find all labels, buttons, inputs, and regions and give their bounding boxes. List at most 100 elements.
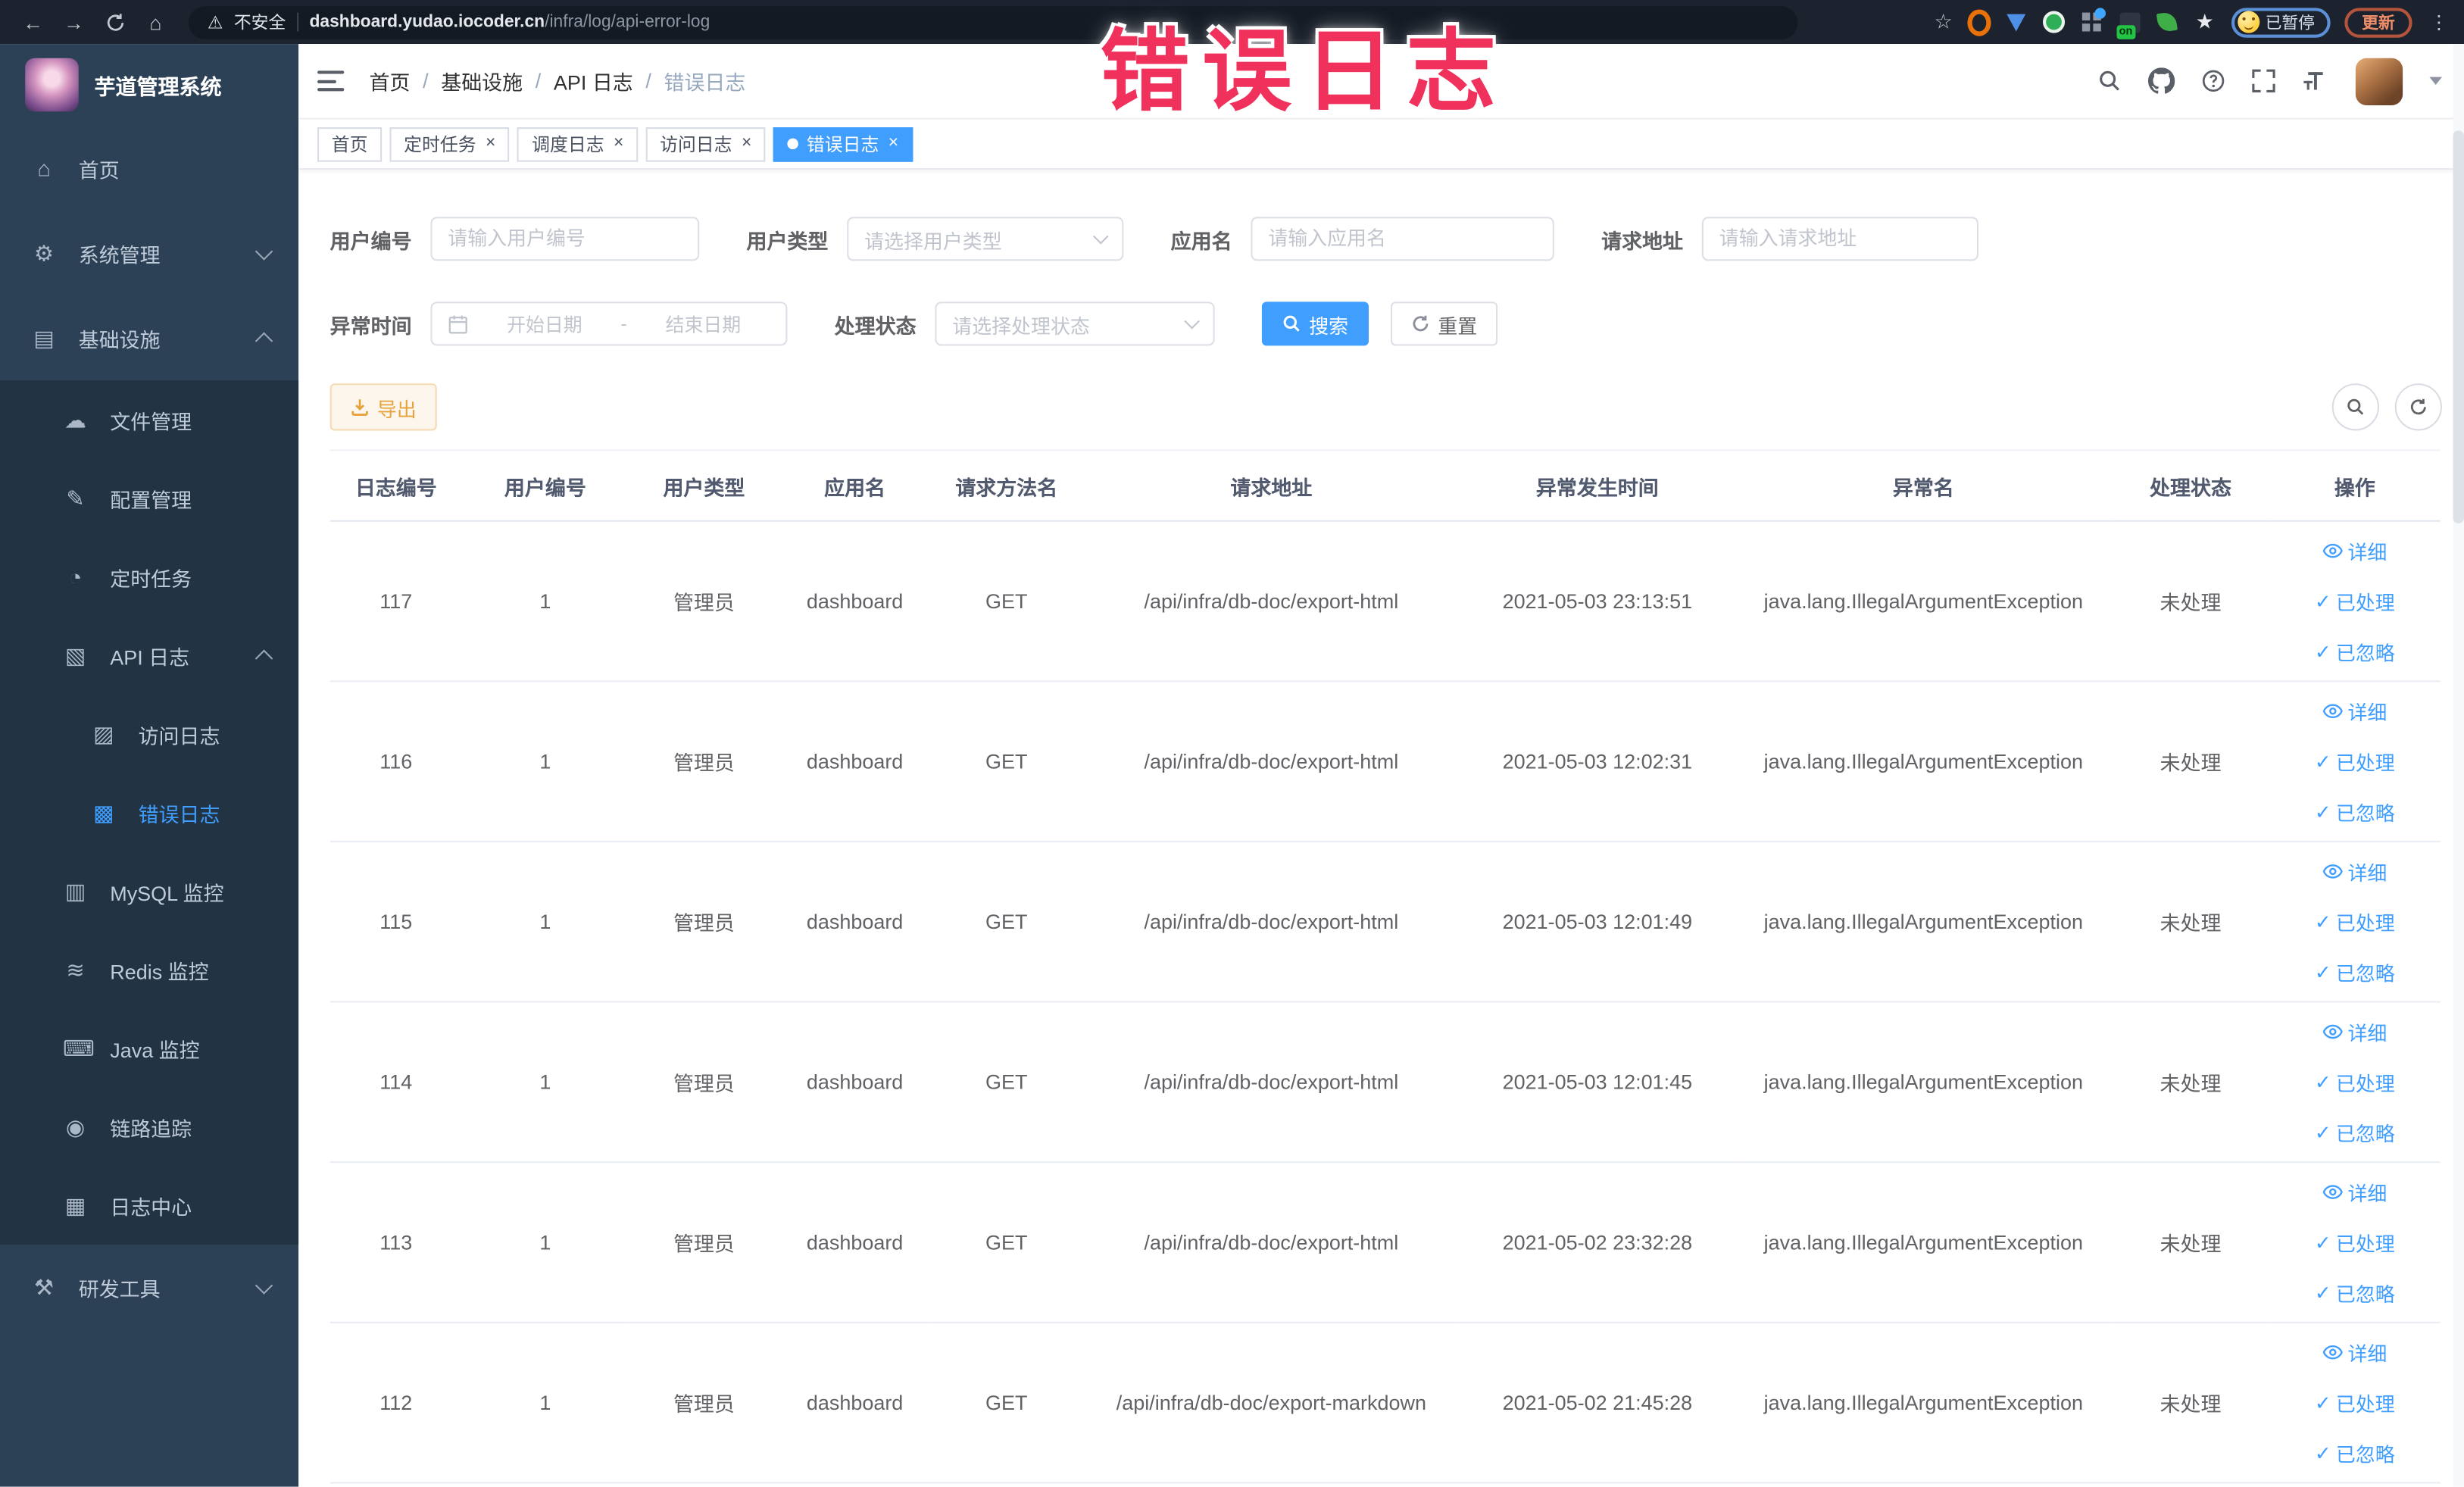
user-id-input[interactable] <box>430 217 700 261</box>
browser-forward-icon[interactable]: → <box>57 5 92 39</box>
detail-link[interactable]: 详细 <box>2322 1017 2387 1046</box>
sidebar-item-config-management[interactable]: ✎ 配置管理 <box>0 458 299 538</box>
tag-active[interactable]: 错误日志 × <box>773 127 913 161</box>
sidebar-item-dev-tools[interactable]: ⚒ 研发工具 <box>0 1245 298 1329</box>
export-button[interactable]: 导出 <box>329 383 437 431</box>
tag-item[interactable]: 定时任务 × <box>389 127 511 161</box>
extension-icon-leaf[interactable] <box>2155 10 2178 33</box>
home-icon: ⌂ <box>37 155 51 181</box>
request-url-input[interactable] <box>1701 217 1979 261</box>
mark-ignored-link[interactable]: ✓ 已忽略 <box>2315 1438 2395 1467</box>
user-type-select[interactable]: 请选择用户类型 <box>847 217 1124 261</box>
cell-status: 未处理 <box>2112 520 2269 683</box>
tag-item[interactable]: 首页 <box>317 127 383 161</box>
sidebar-item-api-log[interactable]: ▧ API 日志 <box>0 616 299 695</box>
toggle-search-button[interactable] <box>2331 383 2379 431</box>
extension-icon-shield[interactable] <box>2004 10 2028 33</box>
mark-ignored-link[interactable]: ✓ 已忽略 <box>2315 797 2395 826</box>
bookmark-star-icon[interactable]: ☆ <box>1935 9 1953 34</box>
sidebar-item-link-tracing[interactable]: ◉ 链路追踪 <box>0 1087 299 1167</box>
sidebar-item-infrastructure[interactable]: ▤ 基础设施 <box>0 295 298 380</box>
sidebar-item-redis-monitor[interactable]: ≋ Redis 监控 <box>0 930 299 1009</box>
breadcrumb-item[interactable]: API 日志 <box>554 66 633 95</box>
mark-processed-link[interactable]: ✓ 已处理 <box>2315 586 2395 616</box>
paused-extension-badge[interactable]: 已暂停 <box>2230 7 2331 37</box>
extension-icon-on-switch[interactable]: on <box>2116 10 2141 39</box>
tag-item[interactable]: 调度日志 × <box>517 127 639 161</box>
column-header: 用户类型 <box>628 449 780 522</box>
browser-menu-icon[interactable]: ⋮ <box>2429 11 2448 33</box>
cell-app-name: dashboard <box>779 1001 931 1164</box>
mark-ignored-link[interactable]: ✓ 已忽略 <box>2315 636 2395 666</box>
start-date-placeholder: 开始日期 <box>507 313 582 336</box>
close-icon[interactable]: × <box>888 134 898 152</box>
sidebar-item-java-monitor[interactable]: ⌨ Java 监控 <box>0 1008 299 1088</box>
user-avatar[interactable] <box>2355 57 2403 105</box>
tag-item[interactable]: 访问日志 × <box>645 127 766 161</box>
mark-processed-link[interactable]: ✓ 已处理 <box>2315 907 2395 936</box>
reset-button[interactable]: 重置 <box>1391 301 1498 346</box>
page-scrollbar[interactable] <box>2453 44 2464 1487</box>
chevron-down-icon <box>1093 228 1109 245</box>
browser-home-icon[interactable]: ⌂ <box>139 5 173 39</box>
hamburger-icon[interactable] <box>317 70 345 92</box>
font-size-icon[interactable] <box>2302 69 2328 92</box>
mark-processed-link[interactable]: ✓ 已处理 <box>2315 1227 2395 1257</box>
sidebar-item-home[interactable]: ⌂ 首页 <box>0 126 298 211</box>
breadcrumb-item[interactable]: 基础设施 <box>441 66 523 95</box>
mark-ignored-link[interactable]: ✓ 已忽略 <box>2315 1117 2395 1147</box>
browser-back-icon[interactable]: ← <box>16 5 51 39</box>
app-logo[interactable]: 芋道管理系统 <box>0 44 298 126</box>
cell-exception: java.lang.IllegalArgumentException <box>1735 520 2113 683</box>
sidebar-item-mysql-monitor[interactable]: ▥ MySQL 监控 <box>0 851 299 931</box>
check-icon: ✓ <box>2314 751 2331 773</box>
search-button[interactable]: 搜索 <box>1261 301 1369 346</box>
column-header: 用户编号 <box>461 449 629 522</box>
mark-processed-link[interactable]: ✓ 已处理 <box>2315 1067 2395 1097</box>
detail-link[interactable]: 详细 <box>2322 1338 2387 1367</box>
address-bar[interactable]: ⚠ 不安全 dashboard.yudao.iocoder.cn/infra/l… <box>188 5 1798 39</box>
address-divider <box>296 12 298 32</box>
mark-ignored-link[interactable]: ✓ 已忽略 <box>2315 957 2395 986</box>
sidebar-item-access-log[interactable]: ▨ 访问日志 <box>0 694 299 773</box>
row-actions: 详细 ✓ 已处理 ✓ 已忽略 <box>2275 1338 2434 1468</box>
breadcrumb-item[interactable]: 首页 <box>370 66 411 95</box>
browser-reload-icon[interactable] <box>98 5 133 39</box>
extension-icon-orange[interactable] <box>1966 8 1991 36</box>
mark-processed-link[interactable]: ✓ 已处理 <box>2315 1388 2395 1417</box>
sidebar-item-error-log[interactable]: ▩ 错误日志 <box>0 773 299 852</box>
date-range-picker[interactable]: 开始日期 - 结束日期 <box>430 301 788 346</box>
extension-icon-star[interactable]: ★ <box>2193 9 2216 33</box>
fullscreen-icon[interactable] <box>2252 69 2275 93</box>
close-icon[interactable]: × <box>742 134 751 152</box>
extension-icon-vue[interactable] <box>2042 10 2066 33</box>
detail-link[interactable]: 详细 <box>2322 536 2387 565</box>
mark-processed-link[interactable]: ✓ 已处理 <box>2315 746 2395 776</box>
sidebar-item-file-management[interactable]: ☁ 文件管理 <box>0 380 299 459</box>
app-name-input[interactable] <box>1251 217 1554 261</box>
request-url-label: 请求地址 <box>1601 228 1684 252</box>
extension-icon-grid[interactable] <box>2080 8 2106 33</box>
log-center-icon: ▦ <box>64 1192 86 1217</box>
help-icon[interactable] <box>2202 69 2225 92</box>
grid-icon <box>2081 8 2106 32</box>
github-icon[interactable] <box>2148 67 2175 94</box>
refresh-table-button[interactable] <box>2394 383 2442 431</box>
browser-update-button[interactable]: 更新 <box>2344 7 2412 37</box>
close-icon[interactable]: × <box>486 134 495 152</box>
detail-link[interactable]: 详细 <box>2322 1177 2387 1207</box>
detail-link[interactable]: 详细 <box>2322 857 2387 886</box>
process-status-select[interactable]: 请选择处理状态 <box>935 301 1215 346</box>
close-icon[interactable]: × <box>614 134 623 152</box>
sidebar-item-scheduled-tasks[interactable]: ◔ 定时任务 <box>0 537 299 617</box>
search-icon[interactable] <box>2098 69 2122 92</box>
tags-bar: 首页 定时任务 × 调度日志 × 访问日志 × 错误日志 × <box>298 120 2464 170</box>
sidebar-item-log-center[interactable]: ▦ 日志中心 <box>0 1166 299 1245</box>
detail-link[interactable]: 详细 <box>2322 696 2387 726</box>
cell-log-id: 112 <box>329 1322 462 1484</box>
avatar-caret-icon[interactable] <box>2429 77 2442 86</box>
sidebar-item-system-management[interactable]: ⚙ 系统管理 <box>0 211 298 295</box>
mark-ignored-link[interactable]: ✓ 已忽略 <box>2315 1278 2395 1307</box>
scrollbar-thumb[interactable] <box>2453 130 2464 523</box>
cell-log-id: 113 <box>329 1162 462 1323</box>
